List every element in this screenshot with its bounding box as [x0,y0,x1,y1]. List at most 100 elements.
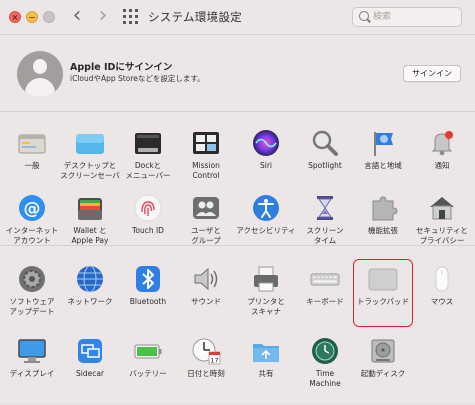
pref-label: ユーザと グループ [191,226,221,245]
show-all-grid-icon[interactable] [123,9,138,24]
bluetooth-icon [136,266,160,292]
minimize-window-button[interactable] [26,11,38,23]
pref-label: サウンド [191,297,221,306]
sign-in-button[interactable]: サインイン [403,65,461,82]
pref-mouse[interactable]: マウス [412,263,472,329]
avatar [17,51,63,97]
pref-keyboard[interactable]: キーボード [295,263,355,329]
pref-spotlight[interactable]: Spotlight [295,127,355,193]
speaker-icon [194,267,218,291]
pref-trackpad[interactable]: トラックパッド [353,259,413,327]
search-field[interactable] [352,7,462,27]
pref-row-3: ソフトウェア アップデート ネットワーク Bluetooth サウンド プリンタ… [0,259,475,333]
search-input[interactable] [373,9,457,25]
keyboard-icon [310,273,340,286]
bell-icon [431,131,453,156]
pref-general[interactable]: 一般 [2,127,62,193]
flag-icon [374,132,393,156]
hourglass-icon [317,196,333,220]
at-icon: @ [19,195,45,221]
desktop-icon [76,134,104,154]
pref-label: 言語と地域 [364,161,402,170]
users-icon [193,197,219,219]
pref-label: ディスプレイ [9,369,55,378]
window-title: システム環境設定 [148,10,243,24]
wallet-icon [78,198,102,220]
pref-label: 機能拡張 [368,226,398,235]
back-button[interactable]: ‹ [67,5,87,27]
pref-sharing[interactable]: 共有 [236,335,296,401]
pref-label: インターネット アカウント [5,226,59,245]
pref-siri[interactable]: Siri [236,127,296,193]
pref-sidecar[interactable]: Sidecar [60,335,120,401]
battery-icon [134,344,162,359]
siri-icon [253,130,279,156]
sharing-folder-icon [253,344,279,362]
pref-label: Mission Control [192,161,220,180]
display-icon [18,339,46,363]
sidecar-icon [78,339,102,363]
trackpad-icon [368,268,398,291]
dock-icon [135,133,161,154]
pref-label: マウス [430,297,454,306]
pref-network[interactable]: ネットワーク [60,263,120,329]
pref-label: ソフトウェア アップデート [9,297,55,316]
zoom-window-button[interactable] [43,11,55,23]
close-window-button[interactable] [9,11,21,23]
pref-desktop-screensaver[interactable]: デスクトップと スクリーンセーバ [60,127,120,193]
pref-label: Spotlight [308,161,342,170]
pref-label: Bluetooth [129,297,167,306]
pref-label: Siri [259,161,272,170]
time-machine-icon [312,338,338,364]
pref-label: Dockと メニューバー [125,161,171,180]
globe-icon [77,265,103,293]
preferences-section-2: ソフトウェア アップデート ネットワーク Bluetooth サウンド プリンタ… [0,246,475,402]
pref-label: 日付と時刻 [187,369,225,378]
pref-sound[interactable]: サウンド [176,263,236,329]
pref-dock-menubar[interactable]: Dockと メニューバー [118,127,178,193]
pref-label: トラックパッド [356,297,410,306]
pref-label: デスクトップと スクリーンセーバ [60,161,120,180]
pref-label: キーボード [306,297,344,306]
spotlight-icon [312,130,338,156]
general-icon [18,134,46,154]
pref-label: セキュリティと プライバシー [415,226,469,245]
pref-label: Wallet と Apple Pay [71,226,109,245]
gear-icon [19,266,45,292]
pref-software-update[interactable]: ソフトウェア アップデート [2,263,62,329]
pref-time-machine[interactable]: Time Machine [295,335,355,401]
pref-row-4: ディスプレイ Sidecar バッテリー 17 日付と時刻 共有 Time Ma… [0,335,475,405]
pref-label: 通知 [434,161,450,170]
pref-bluetooth[interactable]: Bluetooth [118,263,178,329]
toolbar: ‹ › システム環境設定 [0,0,475,34]
pref-language-region[interactable]: 言語と地域 [353,127,413,193]
apple-id-title: Apple IDにサインイン [70,62,173,73]
printer-icon [254,266,278,292]
calendar-day: 17 [210,357,218,365]
search-icon [359,11,369,21]
pref-row-1: 一般 デスクトップと スクリーンセーバ Dockと メニューバー Mission… [0,127,475,197]
pref-startup-disk[interactable]: 起動ディスク [353,335,413,401]
mission-control-icon [193,132,219,154]
pref-printers-scanners[interactable]: プリンタと スキャナ [236,263,296,329]
puzzle-icon [372,196,398,221]
pref-label: Sidecar [75,369,105,378]
pref-label: 共有 [258,369,274,378]
pref-label: 一般 [24,161,40,170]
pref-label: スクリーン タイム [306,226,344,245]
pref-mission-control[interactable]: Mission Control [176,127,236,193]
clock-calendar-icon: 17 [192,338,221,365]
apple-id-subtitle: iCloudやApp Storeなどを設定します。 [70,74,205,83]
pref-label: プリンタと スキャナ [247,297,285,316]
pref-notifications[interactable]: 通知 [412,127,472,193]
pref-label: バッテリー [129,369,167,378]
fingerprint-icon [134,194,162,222]
apple-id-section: Apple IDにサインイン iCloudやApp Storeなどを設定します。… [0,35,475,111]
pref-label: Time Machine [309,369,341,388]
mouse-icon [435,266,449,292]
pref-displays[interactable]: ディスプレイ [2,335,62,401]
pref-label: 起動ディスク [360,369,406,378]
forward-button[interactable]: › [93,5,113,27]
pref-battery[interactable]: バッテリー [118,335,178,401]
pref-date-time[interactable]: 17 日付と時刻 [176,335,236,401]
